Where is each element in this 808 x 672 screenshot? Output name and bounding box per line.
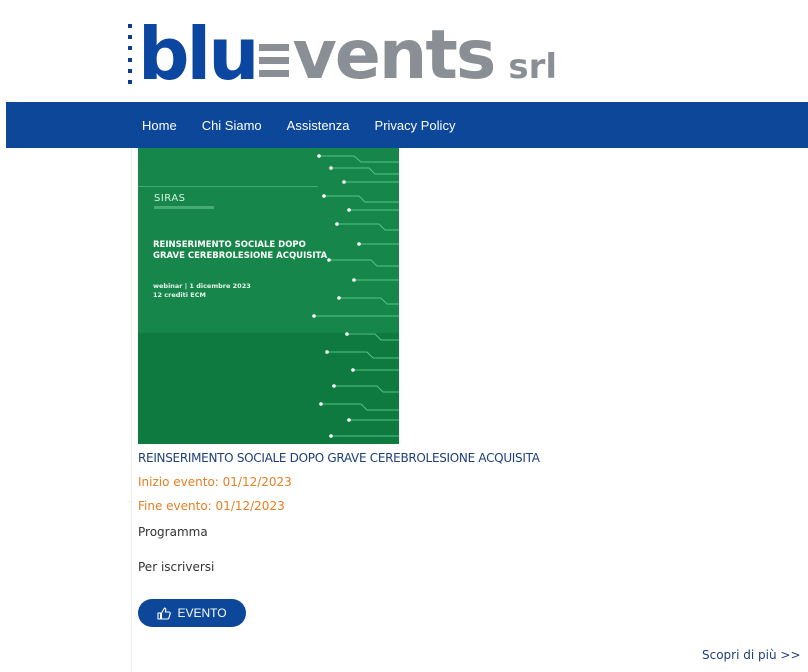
nav-item-privacy-policy[interactable]: Privacy Policy [375, 118, 456, 133]
logo-text-blu: blu [138, 12, 259, 96]
cover-org-logo: SIRAS [154, 193, 186, 204]
cover-org-tagline [154, 206, 214, 209]
learn-more-link[interactable]: Scopri di più >> [702, 648, 801, 662]
circuit-pattern-graphic [312, 154, 399, 438]
register-link[interactable]: Per iscriversi [138, 560, 214, 574]
program-link[interactable]: Programma [138, 525, 208, 539]
event-end-date: Fine evento: 01/12/2023 [138, 499, 285, 513]
main-navigation: Home Chi Siamo Assistenza Privacy Policy [6, 102, 808, 148]
logo-text-vents: vents [292, 16, 496, 95]
event-button-label: EVENTO [177, 606, 227, 620]
cover-divider-line [138, 186, 318, 187]
thumbs-up-icon [157, 606, 172, 620]
cover-details: webinar | 1 dicembre 2023 12 crediti ECM [153, 282, 251, 299]
brand-logo[interactable]: blu vents srl [128, 6, 557, 90]
logo-dots [128, 24, 132, 84]
nav-item-home[interactable]: Home [142, 118, 177, 133]
nav-item-chi-siamo[interactable]: Chi Siamo [202, 118, 262, 133]
nav-item-assistenza[interactable]: Assistenza [287, 118, 350, 133]
event-title[interactable]: REINSERIMENTO SOCIALE DOPO GRAVE CEREBRO… [138, 451, 540, 465]
event-start-date: Inizio evento: 01/12/2023 [138, 475, 292, 489]
content-divider [131, 148, 132, 672]
event-button[interactable]: EVENTO [138, 599, 246, 627]
logo-text-srl: srl [508, 47, 557, 87]
event-cover-image[interactable]: SIRAS REINSERIMENTO SOCIALE DOPO GRAVE C… [138, 148, 399, 444]
cover-title: REINSERIMENTO SOCIALE DOPO GRAVE CEREBRO… [153, 240, 328, 261]
logo-e-mark [259, 34, 290, 86]
